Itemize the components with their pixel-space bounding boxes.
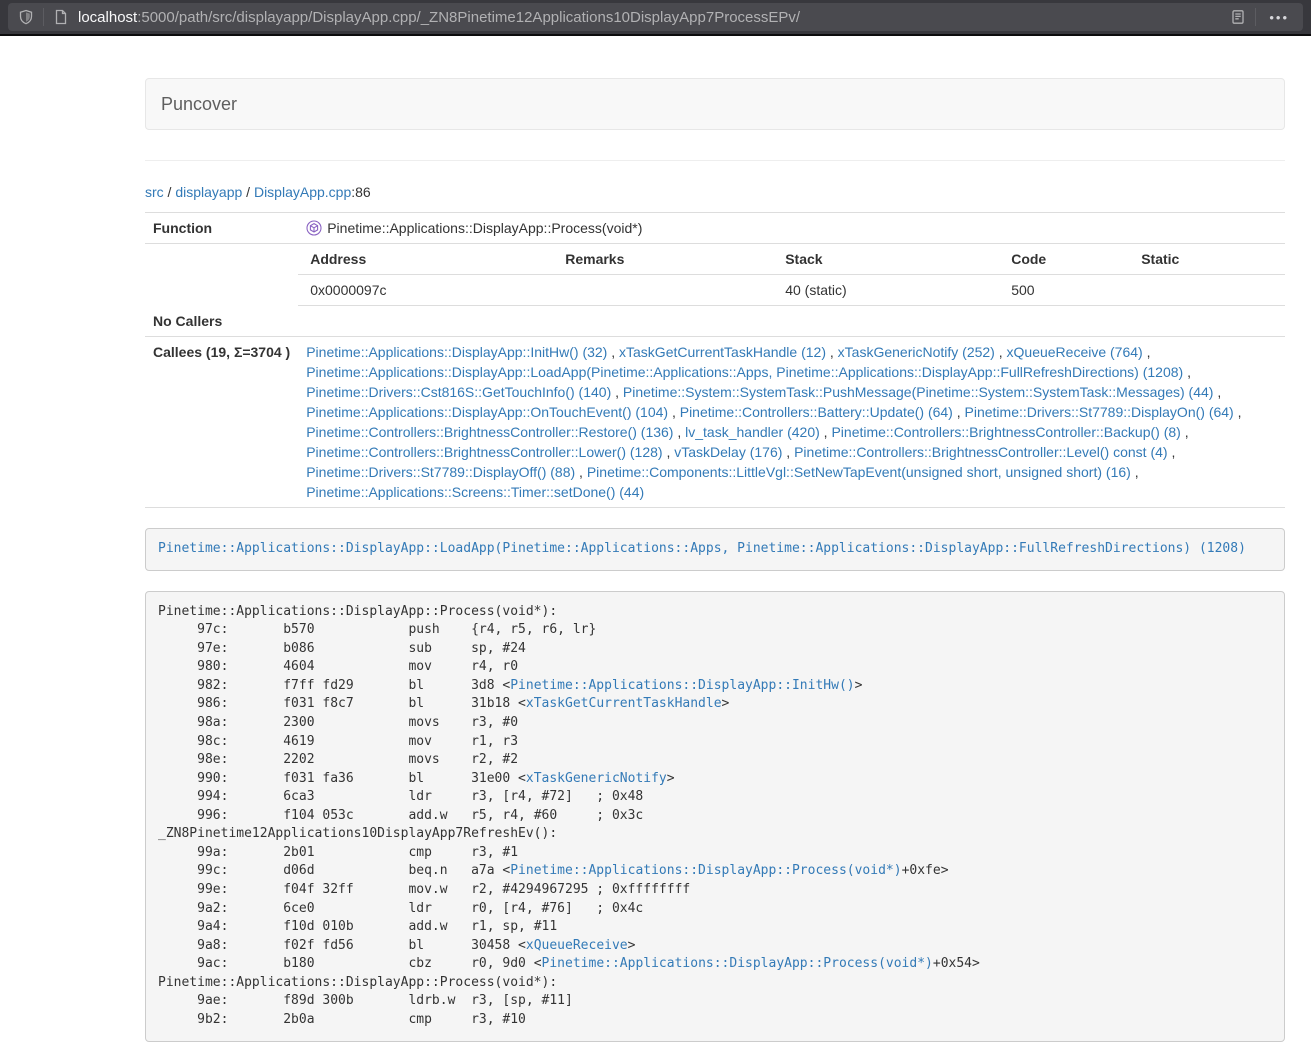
callee-link[interactable]: lv_task_handler (420) bbox=[685, 424, 820, 440]
breadcrumb: src / displayapp / DisplayApp.cpp:86 bbox=[145, 182, 1285, 202]
ellipsis-menu-icon[interactable]: ••• bbox=[1265, 10, 1293, 25]
symbol-details-table: Address Remarks Stack Code Static 0x0000… bbox=[298, 244, 1285, 306]
assembly-symbol-link[interactable]: Pinetime::Applications::DisplayApp::Proc… bbox=[510, 863, 901, 878]
callee-link[interactable]: vTaskDelay (176) bbox=[674, 444, 782, 460]
divider bbox=[145, 160, 1285, 161]
breadcrumb-displayapp-link[interactable]: displayapp bbox=[175, 184, 242, 200]
assembly-symbol-link[interactable]: Pinetime::Applications::DisplayApp::Proc… bbox=[542, 956, 933, 971]
navbar: Puncover bbox=[145, 78, 1285, 130]
toolbar-divider bbox=[43, 8, 44, 26]
url-host: localhost bbox=[78, 9, 137, 26]
column-static: Static bbox=[1129, 244, 1285, 275]
callee-link[interactable]: Pinetime::Drivers::Cst816S::GetTouchInfo… bbox=[306, 384, 611, 400]
details-row: Address Remarks Stack Code Static 0x0000… bbox=[145, 244, 1285, 307]
column-address: Address bbox=[298, 244, 553, 275]
breadcrumb-file-link[interactable]: DisplayApp.cpp bbox=[254, 184, 351, 200]
url-text[interactable]: localhost:5000/path/src/displayapp/Displ… bbox=[78, 9, 1224, 26]
callee-link[interactable]: Pinetime::Applications::DisplayApp::Init… bbox=[306, 344, 607, 360]
code-size-value: 500 bbox=[999, 275, 1129, 306]
function-name: Pinetime::Applications::DisplayApp::Proc… bbox=[327, 218, 642, 238]
loadapp-symbol-link[interactable]: Pinetime::Applications::DisplayApp::Load… bbox=[158, 541, 1246, 556]
callee-link[interactable]: Pinetime::Applications::Screens::Timer::… bbox=[306, 484, 644, 500]
column-remarks: Remarks bbox=[553, 244, 773, 275]
toolbar-divider bbox=[1255, 8, 1256, 26]
page-container: Puncover src / displayapp / DisplayApp.c… bbox=[145, 78, 1285, 1042]
breadcrumb-line-number: :86 bbox=[351, 184, 370, 200]
callee-link[interactable]: Pinetime::Applications::DisplayApp::OnTo… bbox=[306, 404, 668, 420]
shield-icon[interactable] bbox=[18, 9, 34, 25]
callee-link[interactable]: xQueueReceive (764) bbox=[1007, 344, 1143, 360]
function-row: Function Pinetime::Applications::Display… bbox=[145, 213, 1285, 244]
column-code: Code bbox=[999, 244, 1129, 275]
callee-link[interactable]: xTaskGenericNotify (252) bbox=[838, 344, 995, 360]
callee-link[interactable]: Pinetime::System::SystemTask::PushMessag… bbox=[623, 384, 1214, 400]
callee-link[interactable]: Pinetime::Components::LittleVgl::SetNewT… bbox=[587, 464, 1131, 480]
static-value bbox=[1129, 275, 1285, 306]
reader-mode-icon[interactable] bbox=[1230, 9, 1246, 25]
no-callers-label: No Callers bbox=[145, 306, 298, 337]
stack-value: 40 (static) bbox=[773, 275, 999, 306]
browser-toolbar: localhost:5000/path/src/displayapp/Displ… bbox=[0, 0, 1311, 36]
address-bar[interactable]: localhost:5000/path/src/displayapp/Displ… bbox=[8, 3, 1303, 31]
symbol-table: Function Pinetime::Applications::Display… bbox=[145, 212, 1285, 508]
breadcrumb-src-link[interactable]: src bbox=[145, 184, 164, 200]
callees-label: Callees (19, Σ=3704 ) bbox=[145, 337, 298, 508]
callees-list: Pinetime::Applications::DisplayApp::Init… bbox=[298, 337, 1285, 508]
callee-link[interactable]: Pinetime::Controllers::BrightnessControl… bbox=[306, 424, 673, 440]
cube-icon bbox=[306, 220, 322, 236]
assembly-symbol-link[interactable]: Pinetime::Applications::DisplayApp::Init… bbox=[510, 678, 854, 693]
callee-link[interactable]: Pinetime::Controllers::Battery::Update()… bbox=[680, 404, 953, 420]
callee-link[interactable]: Pinetime::Controllers::BrightnessControl… bbox=[794, 444, 1167, 460]
loadapp-snippet-box: Pinetime::Applications::DisplayApp::Load… bbox=[145, 528, 1285, 571]
callee-link[interactable]: Pinetime::Drivers::St7789::DisplayOn() (… bbox=[965, 404, 1234, 420]
brand-link[interactable]: Puncover bbox=[161, 94, 237, 114]
page-icon[interactable] bbox=[53, 9, 69, 25]
callee-link[interactable]: Pinetime::Controllers::BrightnessControl… bbox=[831, 424, 1180, 440]
function-label: Function bbox=[145, 213, 298, 244]
callee-link[interactable]: Pinetime::Applications::DisplayApp::Load… bbox=[306, 364, 1183, 380]
callee-link[interactable]: Pinetime::Controllers::BrightnessControl… bbox=[306, 444, 662, 460]
no-callers-row: No Callers bbox=[145, 306, 1285, 337]
assembly-symbol-link[interactable]: xQueueReceive bbox=[526, 938, 628, 953]
callee-link[interactable]: xTaskGetCurrentTaskHandle (12) bbox=[619, 344, 826, 360]
callees-row: Callees (19, Σ=3704 ) Pinetime::Applicat… bbox=[145, 337, 1285, 508]
assembly-symbol-link[interactable]: xTaskGetCurrentTaskHandle bbox=[526, 696, 722, 711]
address-value: 0x0000097c bbox=[298, 275, 553, 306]
remarks-value bbox=[553, 275, 773, 306]
assembly-listing: Pinetime::Applications::DisplayApp::Proc… bbox=[145, 591, 1285, 1042]
table-row: 0x0000097c 40 (static) 500 bbox=[298, 275, 1285, 306]
assembly-symbol-link[interactable]: xTaskGenericNotify bbox=[526, 771, 667, 786]
column-stack: Stack bbox=[773, 244, 999, 275]
callee-link[interactable]: Pinetime::Drivers::St7789::DisplayOff() … bbox=[306, 464, 575, 480]
url-path: :5000/path/src/displayapp/DisplayApp.cpp… bbox=[137, 9, 800, 26]
